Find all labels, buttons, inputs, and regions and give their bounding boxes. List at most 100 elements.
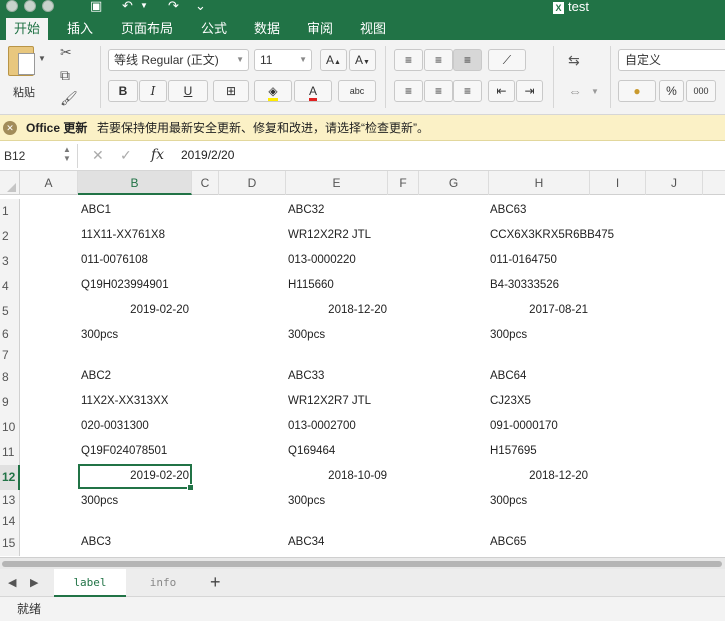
cell-e5[interactable]: 2018-12-20 — [277, 304, 387, 316]
cell-b4[interactable]: Q19H023994901 — [81, 279, 169, 291]
tab-formulas[interactable]: 公式 — [201, 18, 227, 40]
row-header-7[interactable]: 7 — [0, 345, 20, 365]
scrollbar-thumb[interactable] — [2, 561, 722, 567]
cancel-icon[interactable]: ✕ — [92, 147, 104, 164]
copy-icon[interactable]: ⧉ — [60, 67, 70, 84]
cell-b15[interactable]: ABC3 — [81, 536, 111, 548]
cell-h9[interactable]: CJ23X5 — [490, 395, 531, 407]
insert-function-icon[interactable]: fx — [151, 147, 164, 163]
paste-icon[interactable] — [8, 46, 35, 76]
column-header-h[interactable]: H — [489, 171, 590, 195]
cell-e6[interactable]: 300pcs — [288, 329, 325, 341]
fill-color-button[interactable]: ◈ — [254, 80, 292, 102]
cell-e9[interactable]: WR12X2R7 JTL — [288, 395, 371, 407]
font-name-select[interactable]: 等线 Regular (正文) ▼ — [108, 49, 249, 71]
row-header-8[interactable]: 8 — [0, 365, 20, 390]
select-all-button[interactable] — [0, 171, 20, 195]
cell-h5[interactable]: 2017-08-21 — [478, 304, 588, 316]
increase-indent-button[interactable]: ⇥ — [516, 80, 543, 102]
column-header-a[interactable]: A — [20, 171, 78, 195]
next-sheet-icon[interactable]: ▶ — [30, 576, 38, 589]
paste-dropdown-icon[interactable]: ▼ — [38, 54, 46, 63]
column-header-b[interactable]: B — [78, 171, 192, 195]
cell-h2[interactable]: CCX6X3KRX5R6BB475 — [490, 229, 614, 241]
cell-e4[interactable]: H115660 — [288, 279, 334, 291]
cell-h10[interactable]: 091-0000170 — [490, 420, 558, 432]
minimize-window-button[interactable] — [24, 0, 36, 12]
increase-font-size-button[interactable]: A▲ — [320, 49, 347, 71]
name-box-stepper-icon[interactable]: ▲ ▼ — [63, 145, 71, 163]
cell-e13[interactable]: 300pcs — [288, 495, 325, 507]
maximize-window-button[interactable] — [42, 0, 54, 12]
number-format-select[interactable]: 自定义 — [618, 49, 725, 71]
cell-h15[interactable]: ABC65 — [490, 536, 526, 548]
tab-page-layout[interactable]: 页面布局 — [121, 18, 173, 40]
align-center-button[interactable]: ≡ — [424, 80, 453, 102]
column-header-i[interactable]: I — [590, 171, 646, 195]
tab-view[interactable]: 视图 — [360, 18, 386, 40]
align-right-button[interactable]: ≡ — [453, 80, 482, 102]
row-header-4[interactable]: 4 — [0, 274, 20, 299]
tab-insert[interactable]: 插入 — [67, 18, 93, 40]
save-icon[interactable]: ▣ — [90, 0, 102, 12]
cell-b5[interactable]: 2019-02-20 — [79, 304, 189, 316]
undo-dropdown-icon[interactable]: ▼ — [140, 0, 148, 12]
align-bottom-button[interactable]: ≡ — [453, 49, 482, 71]
row-header-1[interactable]: 1 — [0, 199, 20, 224]
column-header-j[interactable]: J — [646, 171, 703, 195]
decrease-font-size-button[interactable]: A▼ — [349, 49, 376, 71]
cell-b6[interactable]: 300pcs — [81, 329, 118, 341]
cell-e8[interactable]: ABC33 — [288, 370, 324, 382]
merge-cells-icon[interactable]: ⇔ — [568, 83, 582, 99]
cut-icon[interactable]: ✂ — [60, 44, 72, 61]
row-header-15[interactable]: 15 — [0, 531, 20, 556]
cell-e15[interactable]: ABC34 — [288, 536, 324, 548]
cell-e3[interactable]: 013-0000220 — [288, 254, 356, 266]
cell-e12[interactable]: 2018-10-09 — [277, 470, 387, 482]
column-header-c[interactable]: C — [192, 171, 219, 195]
cell-b1[interactable]: ABC1 — [81, 204, 111, 216]
formula-input[interactable]: 2019/2/20 — [181, 148, 234, 162]
comma-style-button[interactable]: 000 — [686, 80, 716, 102]
wrap-text-icon[interactable]: ⇆ — [568, 52, 580, 69]
horizontal-scrollbar[interactable] — [0, 557, 725, 569]
cell-h8[interactable]: ABC64 — [490, 370, 526, 382]
sheet-tab-info[interactable]: info — [128, 569, 198, 597]
row-header-6[interactable]: 6 — [0, 324, 20, 345]
align-left-button[interactable]: ≡ — [394, 80, 423, 102]
cell-h11[interactable]: H157695 — [490, 445, 537, 457]
cell-h12[interactable]: 2018-12-20 — [478, 470, 588, 482]
row-header-14[interactable]: 14 — [0, 511, 20, 531]
merge-dropdown-icon[interactable]: ▼ — [591, 87, 599, 96]
cell-h1[interactable]: ABC63 — [490, 204, 526, 216]
cell-b9[interactable]: 11X2X-XX313XX — [81, 395, 168, 407]
decrease-indent-button[interactable]: ⇤ — [488, 80, 515, 102]
column-header-d[interactable]: D — [219, 171, 286, 195]
undo-icon[interactable]: ↶ — [122, 0, 133, 12]
cell-h4[interactable]: B4-30333526 — [490, 279, 559, 291]
cell-e2[interactable]: WR12X2R2 JTL — [288, 229, 371, 241]
worksheet-grid[interactable]: ABCDEFGHIJ 1 2 3 4 5 6 7 8 9 10 11 12 13 14 15 ABC1 ABC… — [0, 171, 725, 557]
row-header-11[interactable]: 11 — [0, 440, 20, 465]
row-header-2[interactable]: 2 — [0, 224, 20, 249]
tab-data[interactable]: 数据 — [254, 18, 280, 40]
font-color-button[interactable]: A — [294, 80, 332, 102]
row-header-10[interactable]: 10 — [0, 415, 20, 440]
phonetic-guide-button[interactable]: abc — [338, 80, 376, 102]
cell-b13[interactable]: 300pcs — [81, 495, 118, 507]
column-header-f[interactable]: F — [388, 171, 419, 195]
cell-b10[interactable]: 020-0031300 — [81, 420, 149, 432]
cell-h3[interactable]: 011-0164750 — [490, 254, 557, 266]
column-header-g[interactable]: G — [419, 171, 489, 195]
row-header-13[interactable]: 13 — [0, 490, 20, 511]
font-size-select[interactable]: 11 ▼ — [254, 49, 312, 71]
redo-icon[interactable]: ↷ — [168, 0, 179, 12]
row-header-12[interactable]: 12 — [0, 465, 20, 490]
cell-e1[interactable]: ABC32 — [288, 204, 324, 216]
customize-toolbar-icon[interactable]: ⌄ — [195, 0, 206, 12]
cell-e11[interactable]: Q169464 — [288, 445, 335, 457]
sheet-tab-label[interactable]: label — [54, 569, 126, 597]
italic-button[interactable]: I — [139, 80, 167, 102]
orientation-button[interactable]: ⟋ — [488, 49, 526, 71]
cell-e10[interactable]: 013-0002700 — [288, 420, 356, 432]
